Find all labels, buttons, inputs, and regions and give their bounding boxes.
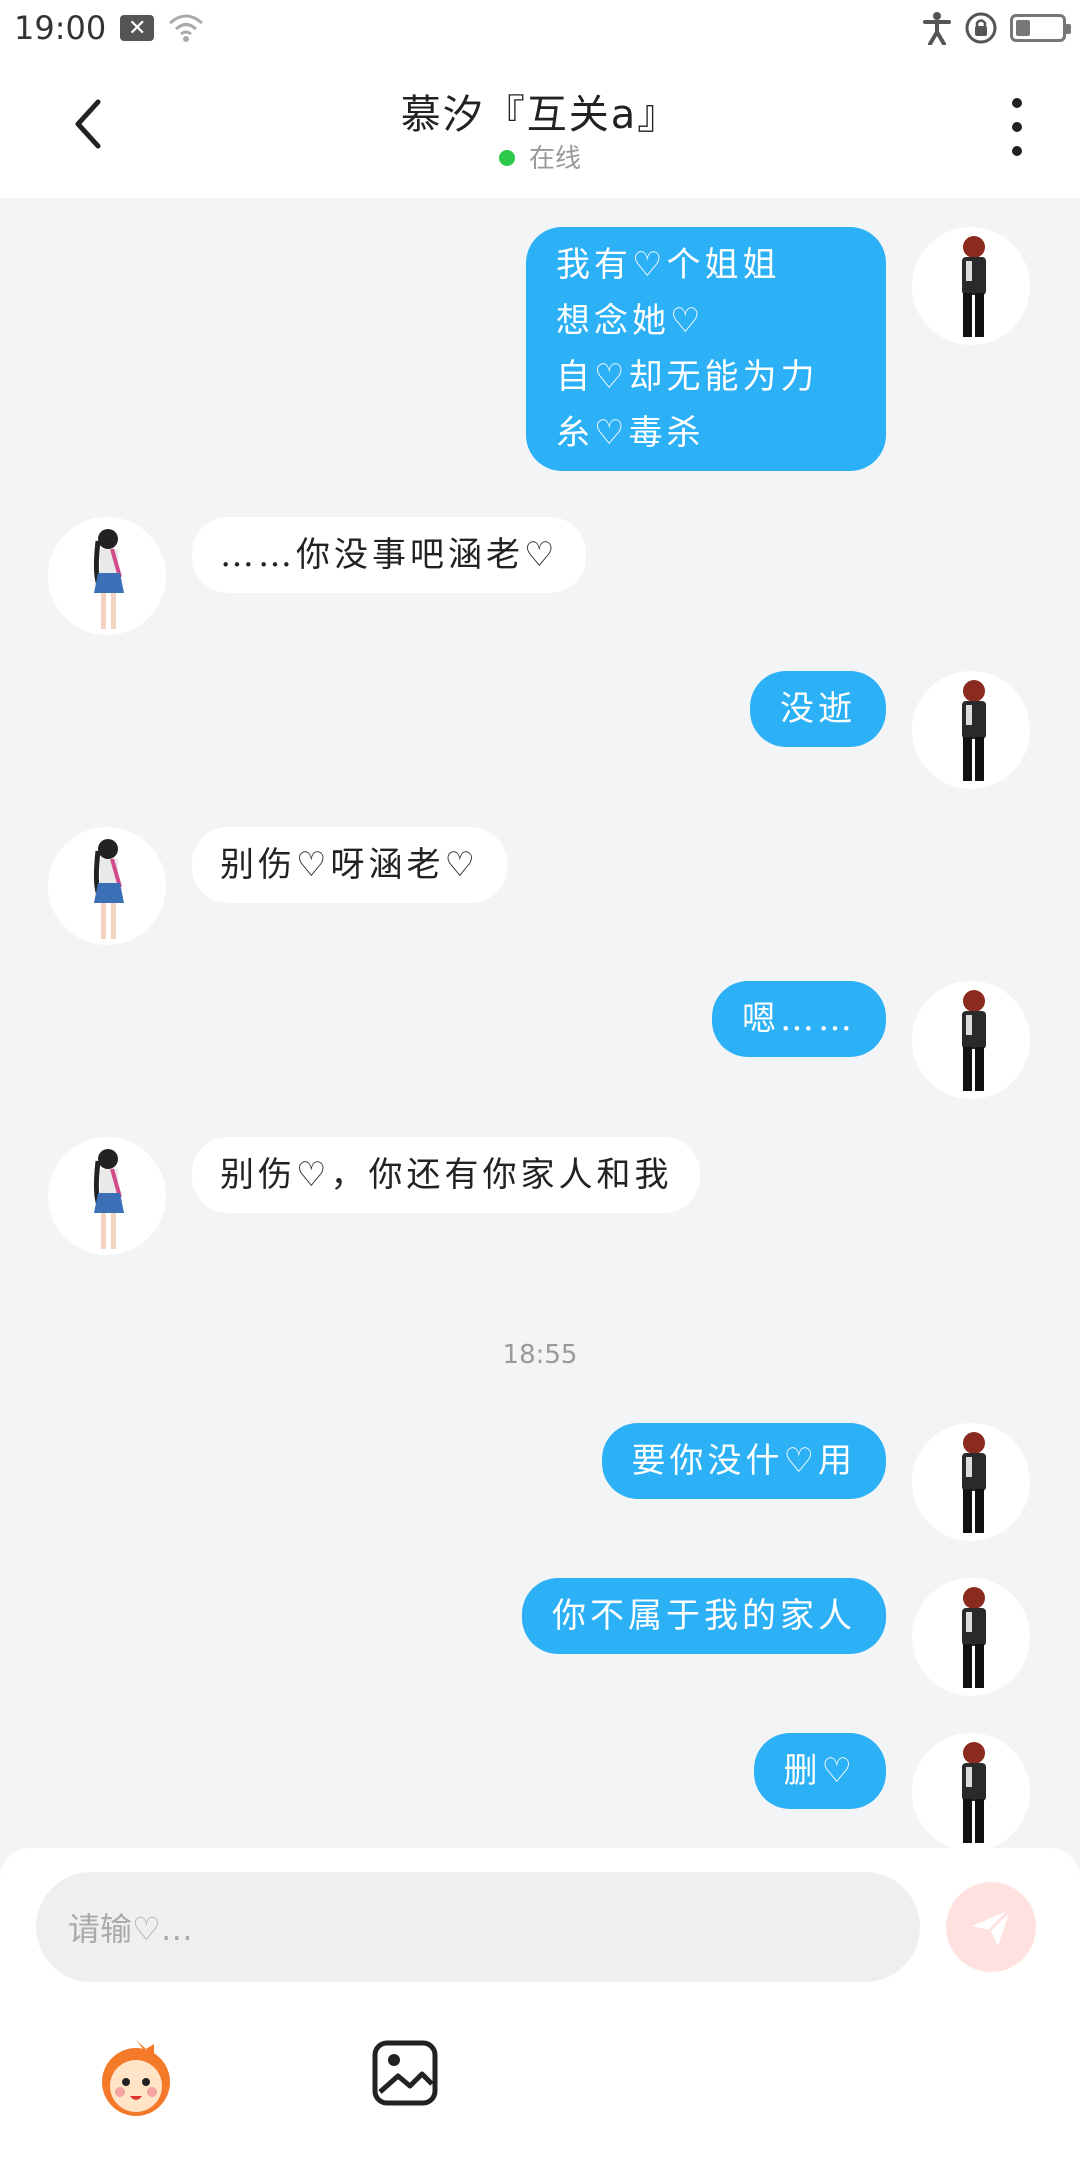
chat-header: 慕汐『互关a』 在线 (0, 56, 1080, 198)
my-avatar[interactable] (912, 1423, 1030, 1541)
my-avatar[interactable] (912, 981, 1030, 1099)
online-status-label: 在线 (528, 144, 581, 174)
online-status: 在线 (0, 138, 1080, 175)
message-line: 想念她♡ (556, 301, 705, 341)
avatar-figure-icon (93, 1149, 124, 1249)
message-input[interactable]: 请输♡… (36, 1872, 920, 1982)
avatar-figure-icon (962, 1587, 986, 1688)
message-line: 别伤♡呀涵老♡ (220, 845, 479, 885)
message-line: 自♡却无能为力 (556, 357, 819, 397)
message-line: 要你没什♡用 (631, 1441, 856, 1481)
my-avatar[interactable] (912, 671, 1030, 789)
send-button[interactable] (946, 1882, 1036, 1972)
more-vertical-icon (1012, 98, 1022, 108)
my-avatar[interactable] (912, 1578, 1030, 1696)
image-button[interactable] (370, 2038, 440, 2108)
battery-icon (1010, 14, 1071, 42)
message-bubble-incoming[interactable]: ……你没事吧涵老♡ (192, 517, 587, 593)
avatar-figure-icon (962, 236, 986, 337)
wifi-icon (169, 14, 204, 42)
send-icon (972, 1908, 1012, 1946)
contact-avatar[interactable] (48, 517, 166, 635)
message-bubble-outgoing[interactable]: 删♡ (753, 1733, 886, 1809)
message-bubble-incoming[interactable]: 别伤♡，你还有你家人和我 (192, 1137, 701, 1213)
message-bubble-incoming[interactable]: 别伤♡呀涵老♡ (192, 827, 507, 903)
more-options-button[interactable] (1002, 98, 1032, 156)
message-line: 我有♡个姐姐 (556, 245, 781, 285)
status-time: 19:00 (14, 9, 107, 47)
contact-avatar[interactable] (48, 1137, 166, 1255)
message-line: 糸♡毒杀 (556, 413, 705, 453)
message-bubble-outgoing[interactable]: 嗯…… (712, 981, 886, 1057)
avatar-figure-icon (962, 1432, 986, 1533)
image-icon (372, 2040, 438, 2106)
contact-avatar[interactable] (48, 827, 166, 945)
avatar-figure-icon (93, 529, 124, 629)
chat-timestamp: 18:55 (502, 1340, 578, 1370)
message-line: 嗯…… (742, 999, 856, 1039)
message-line: 你不属于我的家人 (552, 1596, 856, 1636)
my-avatar[interactable] (912, 1733, 1030, 1851)
status-bar: 19:00 ✕ (0, 0, 1080, 56)
message-bubble-outgoing[interactable]: 没逝 (750, 671, 886, 747)
emoji-icon (102, 2040, 170, 2116)
notification-icon: ✕ (120, 15, 155, 41)
online-dot (498, 149, 515, 166)
avatar-figure-icon (962, 680, 986, 781)
message-bubble-outgoing[interactable]: 我有♡个姐姐 想念她♡ 自♡却无能为力 糸♡毒杀 (526, 227, 886, 471)
accessibility-icon (923, 12, 951, 45)
message-line: 别伤♡，你还有你家人和我 (220, 1155, 673, 1195)
message-line: ……你没事吧涵老♡ (220, 535, 559, 575)
my-avatar[interactable] (912, 227, 1030, 345)
input-bar: 请输♡… (0, 1848, 1080, 2160)
avatar-figure-icon (962, 1742, 986, 1843)
message-line: 删♡ (783, 1751, 856, 1791)
message-line: 没逝 (780, 689, 856, 729)
message-bubble-outgoing[interactable]: 你不属于我的家人 (522, 1578, 886, 1654)
avatar-figure-icon (93, 839, 124, 939)
message-bubble-outgoing[interactable]: 要你没什♡用 (601, 1423, 886, 1499)
emoji-button[interactable] (92, 2034, 180, 2122)
chat-title: 慕汐『互关a』 (400, 92, 680, 138)
avatar-figure-icon (962, 990, 986, 1091)
rotation-lock-icon (965, 12, 997, 44)
